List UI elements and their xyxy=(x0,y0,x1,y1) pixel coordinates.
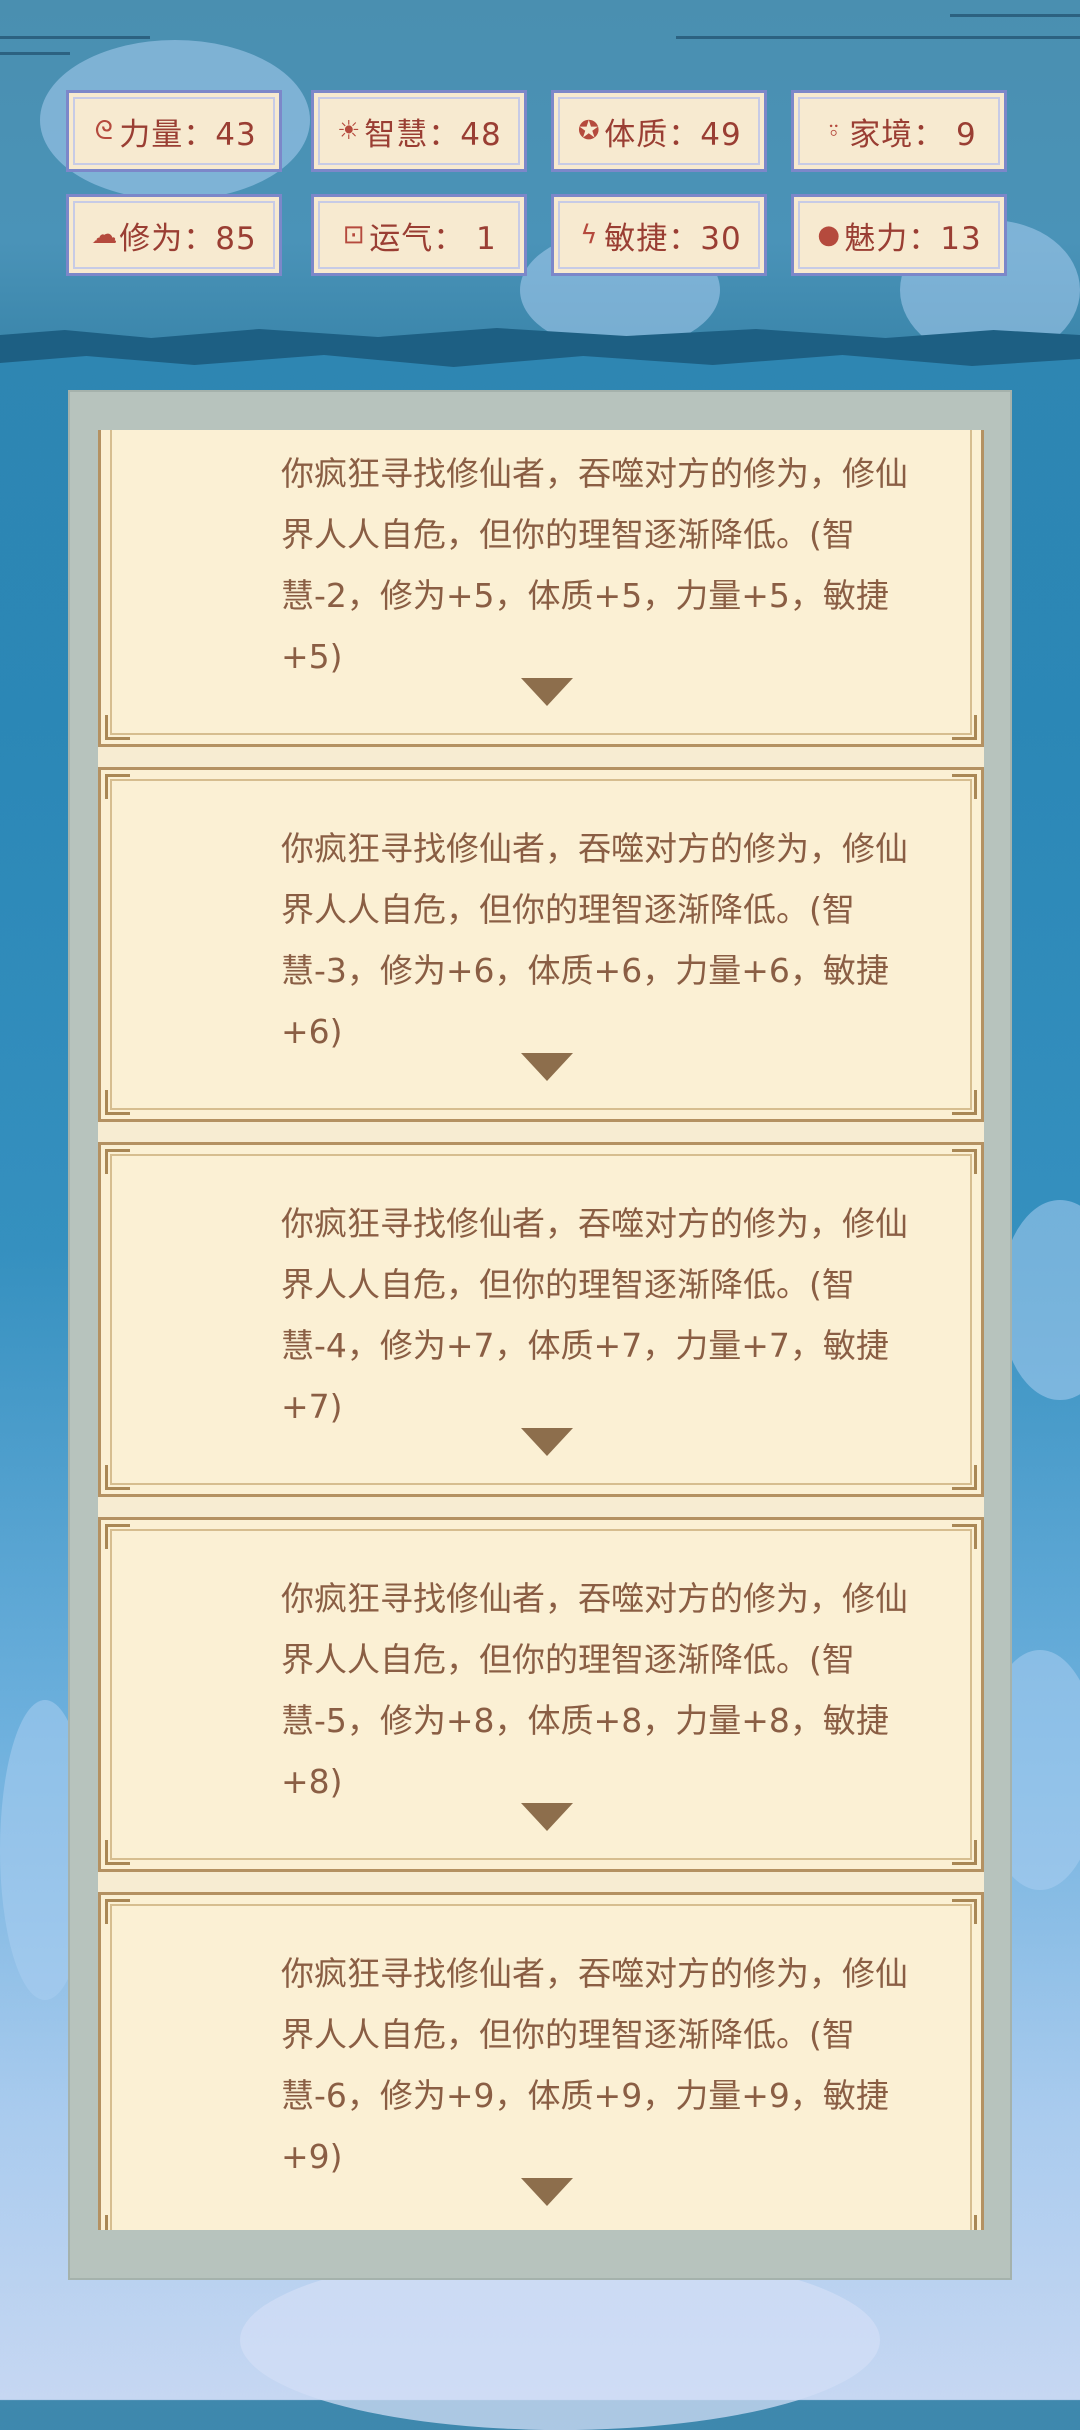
frame-corner xyxy=(105,1899,130,1924)
event-text: 你疯狂寻找修仙者，吞噬对方的修为，修仙界人人自危，但你的理智逐渐降低。(智慧-6… xyxy=(281,1954,908,2176)
stat-wisdom: ☀ 智慧：48 xyxy=(311,90,527,172)
expand-arrow-icon[interactable] xyxy=(521,1803,573,1831)
background-cloud xyxy=(1000,1200,1080,1400)
stat-family-label: 家境： 9 xyxy=(849,116,977,153)
frame-corner xyxy=(952,1524,977,1549)
stat-agility-label: 敏捷：30 xyxy=(604,220,742,257)
charm-icon: ● xyxy=(817,220,842,250)
muscle-icon: ᘓ xyxy=(94,115,114,146)
stat-luck: ⊡ 运气： 1 xyxy=(311,194,527,276)
frame-corner xyxy=(105,1524,130,1549)
stat-family: ⍤ 家境： 9 xyxy=(791,90,1007,172)
event-card: 你疯狂寻找修仙者，吞噬对方的修为，修仙界人人自危，但你的理智逐渐降低。(智慧-6… xyxy=(98,1892,984,2230)
event-text: 你疯狂寻找修仙者，吞噬对方的修为，修仙界人人自危，但你的理智逐渐降低。(智慧-3… xyxy=(281,829,908,1051)
expand-arrow-icon[interactable] xyxy=(521,2178,573,2206)
decorative-line xyxy=(676,36,1080,39)
attribute-grid: ᘓ 力量：43 ☀ 智慧：48 ✪ 体质：49 ⍤ 家境： 9 ☁ 修为：85 … xyxy=(66,90,1016,286)
body-icon: ✪ xyxy=(577,116,601,146)
event-log-panel: 你疯狂寻找修仙者，吞噬对方的修为，修仙界人人自危，但你的理智逐渐降低。(智慧-2… xyxy=(68,390,1012,2280)
stat-agility: ϟ 敏捷：30 xyxy=(551,194,767,276)
frame-corner xyxy=(952,774,977,799)
decorative-line xyxy=(0,52,70,55)
stat-constitution: ✪ 体质：49 xyxy=(551,90,767,172)
stat-strength: ᘓ 力量：43 xyxy=(66,90,282,172)
expand-arrow-icon[interactable] xyxy=(521,1428,573,1456)
frame-corner xyxy=(952,1149,977,1174)
stat-cultivation-label: 修为：85 xyxy=(119,220,257,257)
event-card: 你疯狂寻找修仙者，吞噬对方的修为，修仙界人人自危，但你的理智逐渐降低。(智慧-4… xyxy=(98,1142,984,1497)
stat-strength-label: 力量：43 xyxy=(119,116,257,153)
cultivation-cloud-icon: ☁ xyxy=(91,220,119,250)
stat-wisdom-label: 智慧：48 xyxy=(364,116,502,153)
event-text: 你疯狂寻找修仙者，吞噬对方的修为，修仙界人人自危，但你的理智逐渐降低。(智慧-5… xyxy=(281,1579,908,1801)
event-list: 你疯狂寻找修仙者，吞噬对方的修为，修仙界人人自危，但你的理智逐渐降低。(智慧-2… xyxy=(98,430,984,2230)
event-text: 你疯狂寻找修仙者，吞噬对方的修为，修仙界人人自危，但你的理智逐渐降低。(智慧-2… xyxy=(281,454,908,676)
decorative-line xyxy=(0,36,150,39)
event-card: 你疯狂寻找修仙者，吞噬对方的修为，修仙界人人自危，但你的理智逐渐降低。(智慧-2… xyxy=(98,430,984,747)
event-card: 你疯狂寻找修仙者，吞噬对方的修为，修仙界人人自危，但你的理智逐渐降低。(智慧-3… xyxy=(98,767,984,1122)
event-card: 你疯狂寻找修仙者，吞噬对方的修为，修仙界人人自危，但你的理智逐渐降低。(智慧-5… xyxy=(98,1517,984,1872)
stat-constitution-label: 体质：49 xyxy=(604,116,742,153)
event-log-scroll-area[interactable]: 你疯狂寻找修仙者，吞噬对方的修为，修仙界人人自危，但你的理智逐渐降低。(智慧-2… xyxy=(98,430,984,2230)
lightning-icon: ϟ xyxy=(580,220,599,250)
stat-luck-label: 运气： 1 xyxy=(369,220,497,257)
frame-corner xyxy=(105,774,130,799)
lightbulb-icon: ☀ xyxy=(337,116,362,146)
stat-charm-label: 魅力：13 xyxy=(844,220,982,257)
frame-corner xyxy=(952,1899,977,1924)
luck-icon: ⊡ xyxy=(342,220,366,250)
frame-corner xyxy=(105,1149,130,1174)
family-icon: ⍤ xyxy=(825,115,843,146)
expand-arrow-icon[interactable] xyxy=(521,1053,573,1081)
decorative-line xyxy=(950,14,1080,17)
event-text: 你疯狂寻找修仙者，吞噬对方的修为，修仙界人人自危，但你的理智逐渐降低。(智慧-4… xyxy=(281,1204,908,1426)
stat-charm: ● 魅力：13 xyxy=(791,194,1007,276)
stat-cultivation: ☁ 修为：85 xyxy=(66,194,282,276)
expand-arrow-icon[interactable] xyxy=(521,678,573,706)
